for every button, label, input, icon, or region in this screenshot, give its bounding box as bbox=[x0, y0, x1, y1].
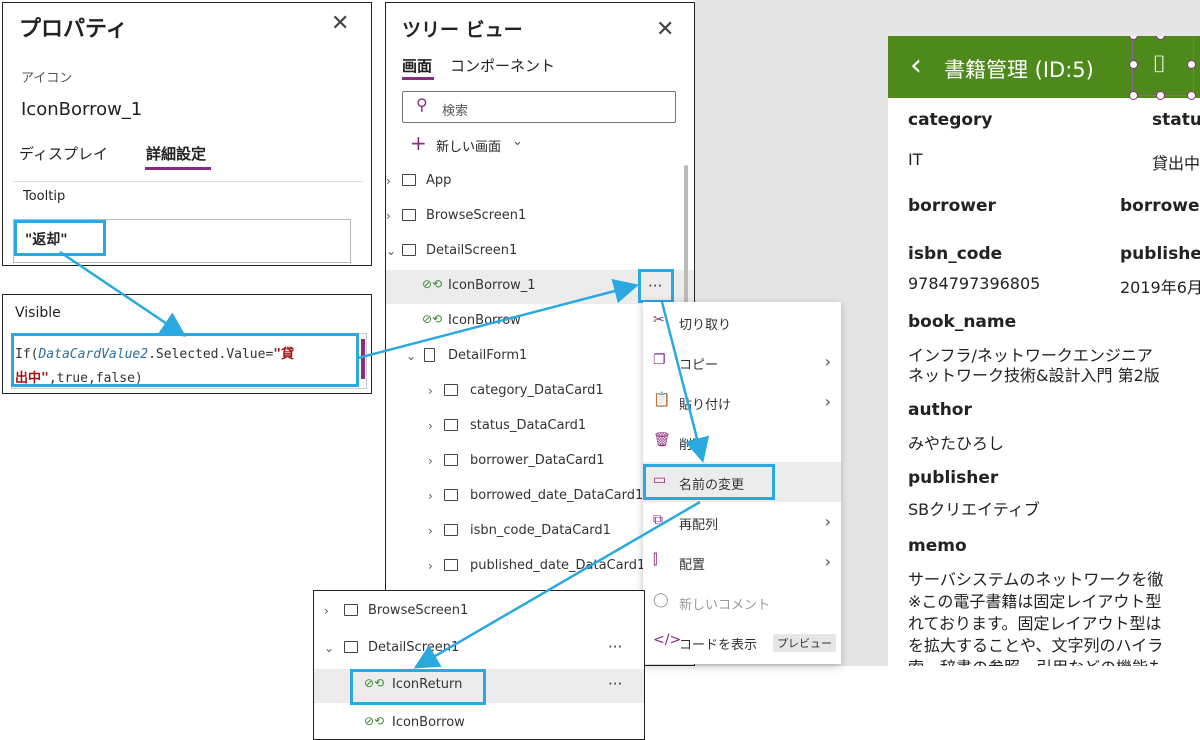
arrow-visible-to-more bbox=[357, 278, 639, 360]
arrow-more-to-rename bbox=[660, 301, 710, 463]
annotation-arrows bbox=[59, 250, 710, 669]
arrow-tooltip-to-visible bbox=[59, 250, 187, 337]
arrow-rename-to-inset bbox=[413, 500, 701, 669]
